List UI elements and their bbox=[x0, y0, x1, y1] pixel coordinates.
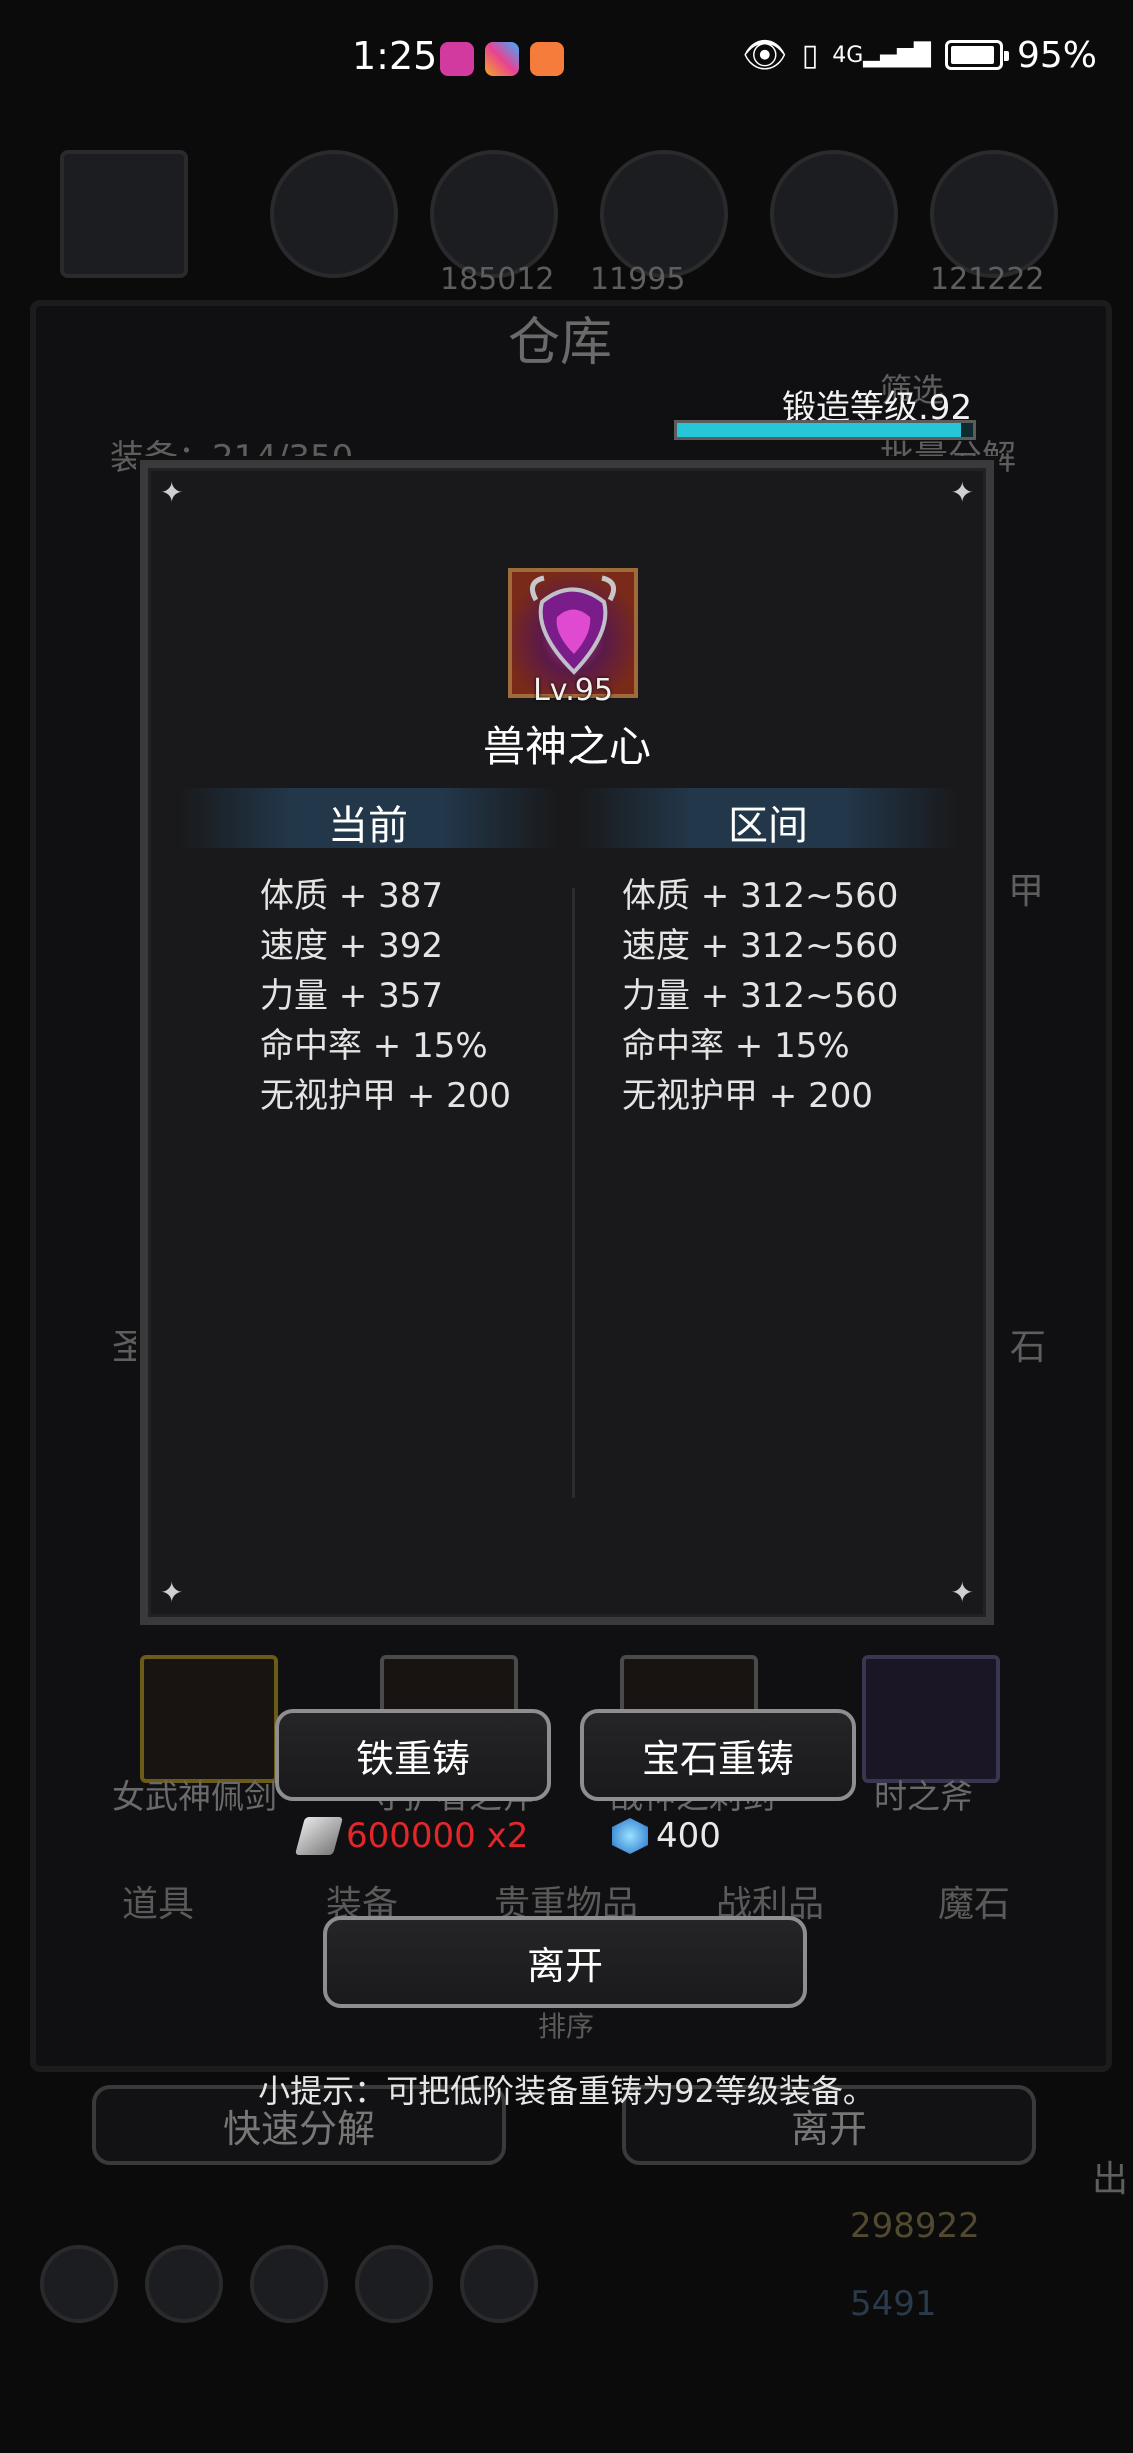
sort-button[interactable]: 排序 bbox=[538, 2005, 594, 2045]
gem-cost-value: 400 bbox=[656, 1816, 721, 1856]
resource-circle bbox=[600, 150, 728, 278]
resource-circle bbox=[270, 150, 398, 278]
side-label: 石 bbox=[1010, 1327, 1047, 1368]
gold-value: 298922 bbox=[850, 2206, 980, 2246]
range-column-title: 区间 bbox=[728, 803, 808, 849]
avatar bbox=[60, 150, 188, 278]
menu-circle-icon[interactable] bbox=[355, 2245, 433, 2323]
current-stat: 体质 + 387 bbox=[260, 876, 443, 916]
slot-label: 女武神佩剑 bbox=[112, 1777, 277, 1816]
range-stat: 力量 + 312~560 bbox=[622, 976, 899, 1016]
gem-value: 5491 bbox=[850, 2284, 937, 2324]
range-stat: 无视护甲 + 200 bbox=[622, 1076, 873, 1116]
range-stat: 速度 + 312~560 bbox=[622, 926, 899, 966]
resource-value: 121222 bbox=[930, 262, 1045, 297]
gem-icon bbox=[612, 1818, 648, 1854]
resource-circle bbox=[770, 150, 898, 278]
resource-circle bbox=[430, 150, 558, 278]
corner-ornament-icon: ✦ bbox=[160, 1576, 184, 1609]
gem-cost: 400 bbox=[612, 1816, 721, 1856]
tab-magic-stones[interactable]: 魔石 bbox=[938, 1875, 1010, 1927]
menu-circle-icon[interactable] bbox=[250, 2245, 328, 2323]
item-name: 兽神之心 bbox=[482, 722, 651, 771]
resource-circle bbox=[930, 150, 1058, 278]
current-stat: 无视护甲 + 200 bbox=[260, 1076, 511, 1116]
corner-ornament-icon: ✦ bbox=[950, 476, 974, 509]
menu-circle-icon[interactable] bbox=[145, 2245, 223, 2323]
menu-circle-icon[interactable] bbox=[40, 2245, 118, 2323]
range-stat: 命中率 + 15% bbox=[622, 1026, 850, 1066]
current-stat: 速度 + 392 bbox=[260, 926, 443, 966]
warehouse-title: 仓库 bbox=[508, 313, 613, 373]
side-label: 出 bbox=[1092, 2159, 1129, 2200]
column-divider bbox=[572, 888, 575, 1498]
gem-recast-button[interactable]: 宝石重铸 bbox=[580, 1709, 856, 1801]
hint-text: 小提示：可把低阶装备重铸为92等级装备。 bbox=[258, 2072, 875, 2110]
equipment-slot[interactable] bbox=[140, 1655, 278, 1783]
current-stat: 力量 + 357 bbox=[260, 976, 443, 1016]
tab-items[interactable]: 道具 bbox=[122, 1875, 194, 1927]
forge-level-bar bbox=[674, 420, 976, 440]
iron-cost-value: 600000 x2 bbox=[346, 1816, 529, 1856]
current-stat: 命中率 + 15% bbox=[260, 1026, 488, 1066]
recast-dialog: ✦ ✦ ✦ ✦ Lv.95 兽神之心 当前 区间 体质 + 387 速度 + 3… bbox=[140, 460, 994, 1625]
iron-ingot-icon bbox=[294, 1817, 344, 1855]
current-column-title: 当前 bbox=[328, 803, 408, 849]
corner-ornament-icon: ✦ bbox=[160, 476, 184, 509]
side-label: 甲 bbox=[1008, 871, 1045, 912]
corner-ornament-icon: ✦ bbox=[950, 1576, 974, 1609]
item-level: Lv.95 bbox=[533, 673, 613, 708]
slot-label: 时之斧 bbox=[874, 1777, 973, 1816]
iron-cost: 600000 x2 bbox=[294, 1816, 529, 1856]
menu-circle-icon[interactable] bbox=[460, 2245, 538, 2323]
resource-value: 185012 bbox=[440, 262, 555, 297]
iron-recast-button[interactable]: 铁重铸 bbox=[275, 1709, 551, 1801]
resource-value: 11995 bbox=[590, 262, 686, 297]
leave-button[interactable]: 离开 bbox=[323, 1916, 807, 2008]
equipment-slot[interactable] bbox=[862, 1655, 1000, 1783]
range-stat: 体质 + 312~560 bbox=[622, 876, 899, 916]
